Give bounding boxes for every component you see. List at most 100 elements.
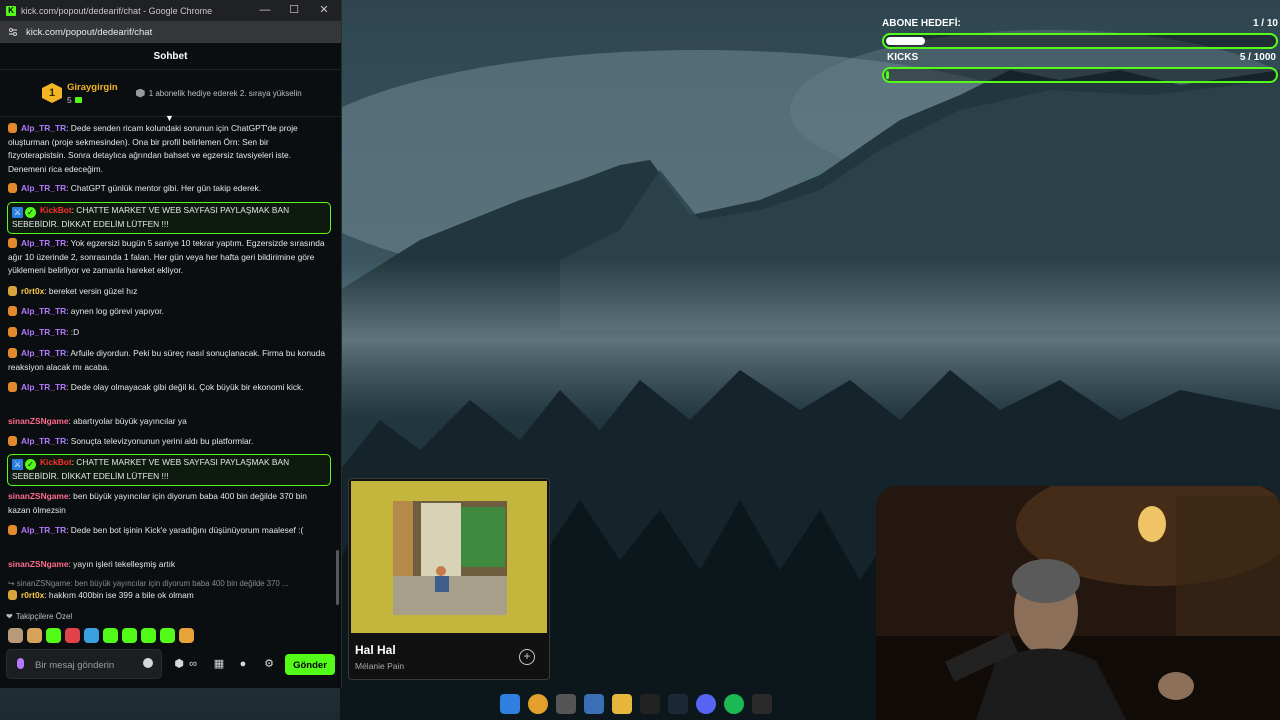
chat-message: sinanZSNgame: ben büyük yayıncılar için …	[8, 490, 326, 517]
verified-icon: ✓	[25, 459, 36, 470]
heart-icon: ❤	[6, 612, 13, 621]
emote-icon[interactable]	[8, 628, 23, 643]
chat-text: : Sonuçta televizyonunun yerini aldı bu …	[66, 436, 254, 446]
chat-username[interactable]: Alp_TR_TR	[21, 183, 66, 193]
leader-count-row: 5	[67, 95, 118, 105]
hexagon-icon	[135, 88, 145, 98]
obs-icon[interactable]	[556, 694, 576, 714]
taskbar	[500, 690, 772, 718]
subscriber-badge-icon	[8, 590, 17, 600]
emote-icon[interactable]	[103, 628, 118, 643]
chat-username[interactable]: Alp_TR_TR	[21, 123, 66, 133]
chat-username[interactable]: Alp_TR_TR	[21, 436, 66, 446]
spotify-icon[interactable]	[724, 694, 744, 714]
chat-username[interactable]: Alp_TR_TR	[21, 327, 66, 337]
chat-username[interactable]: Alp_TR_TR	[21, 348, 66, 358]
mic-icon[interactable]	[17, 658, 24, 669]
chat-username[interactable]: r0rt0x	[21, 286, 44, 296]
chat-username[interactable]: r0rt0x	[21, 590, 44, 600]
url-text: kick.com/popout/dedearif/chat	[26, 26, 153, 38]
chat-title: Sohbet	[153, 50, 188, 62]
leader-name[interactable]: Giraygirgin	[67, 82, 118, 93]
infinity-icon[interactable]: ∞	[186, 657, 200, 671]
chrome-icon[interactable]	[528, 694, 548, 714]
subscriber-badge-icon	[8, 306, 17, 316]
emote-icon[interactable]	[27, 628, 42, 643]
epic-games-icon[interactable]	[752, 694, 772, 714]
chat-message-bot: ⚔ ✓ KickBot: CHATTE MARKET VE WEB SAYFASI …	[7, 454, 331, 486]
emote-icon[interactable]	[160, 628, 175, 643]
emote-icon[interactable]	[141, 628, 156, 643]
followers-only-indicator: ❤ Takipçilere Özel	[6, 612, 72, 621]
leader-tip-text: 1 abonelik hediye ederek 2. sıraya yükse…	[148, 88, 302, 98]
goal-overlay: ABONE HEDEFİ: 1 / 10 KICKS 5 / 1000	[882, 18, 1278, 83]
windows-start-icon[interactable]	[500, 694, 520, 714]
reply-arrow-icon: ↪	[8, 579, 17, 588]
subscriber-badge-icon	[8, 525, 17, 535]
steam-icon[interactable]	[668, 694, 688, 714]
chat-input[interactable]	[33, 654, 137, 676]
chat-username[interactable]: sinanZSNgame	[8, 559, 69, 569]
gift-gem-icon	[74, 96, 82, 103]
close-icon[interactable]: ✕	[315, 3, 333, 17]
chat-message: r0rt0x: bereket versin güzel hız	[8, 285, 326, 299]
store-icon[interactable]	[584, 694, 604, 714]
chat-popout-window: K kick.com/popout/dedearif/chat - Google…	[0, 0, 342, 688]
chat-username[interactable]: Alp_TR_TR	[21, 382, 66, 392]
emote-icon[interactable]	[46, 628, 61, 643]
folder-icon[interactable]	[612, 694, 632, 714]
maximize-icon[interactable]: ☐	[285, 3, 303, 17]
gear-icon[interactable]: ⚙	[262, 657, 276, 671]
chat-message: Alp_TR_TR: Dede senden ricam kolundaki s…	[8, 122, 326, 176]
emote-icon[interactable]	[65, 628, 80, 643]
chat-message: Alp_TR_TR: aynen log görevi yapıyor.	[8, 305, 326, 319]
album-art	[351, 481, 547, 633]
chat-username[interactable]: Alp_TR_TR	[21, 238, 66, 248]
chat-message: Alp_TR_TR: Dede olay olmayacak gibi deği…	[8, 381, 326, 395]
discord-icon[interactable]	[696, 694, 716, 714]
chat-username[interactable]: sinanZSNgame	[8, 491, 69, 501]
address-bar[interactable]: kick.com/popout/dedearif/chat	[0, 21, 341, 43]
moderator-icon: ⚔	[12, 459, 23, 470]
send-button[interactable]: Gönder	[285, 654, 335, 675]
subscriber-badge-icon	[8, 327, 17, 337]
now-playing-widget: Hal Hal Mélanie Pain +	[348, 478, 550, 680]
chat-username[interactable]: KickBot	[40, 205, 72, 215]
track-title: Hal Hal	[355, 643, 396, 657]
recent-emotes	[8, 628, 194, 643]
chat-scrollbar[interactable]	[336, 550, 339, 605]
emoji-icon[interactable]	[143, 658, 153, 668]
chat-message: Alp_TR_TR: Dede ben bot işinin Kick'e ya…	[8, 524, 326, 538]
reply-text: sinanZSNgame: ben büyük yayıncılar için …	[16, 579, 289, 588]
emote-icon[interactable]	[179, 628, 194, 643]
chat-message: Alp_TR_TR: ChatGPT günlük mentor gibi. H…	[8, 182, 326, 196]
minimize-icon[interactable]: —	[256, 3, 274, 17]
chat-username[interactable]: KickBot	[40, 457, 72, 467]
chat-text: : yayın işleri tekelleşmiş artık	[68, 559, 176, 569]
verified-icon: ✓	[25, 207, 36, 218]
site-settings-icon[interactable]	[8, 27, 18, 37]
chat-text: : aynen log görevi yapıyor.	[66, 306, 164, 316]
rank-badge: 1	[42, 83, 62, 103]
chat-text: : Dede ben bot işinin Kick'e yaradığını …	[66, 525, 304, 535]
sub-goal-fill	[886, 37, 926, 45]
kicks-goal-fill	[886, 71, 890, 79]
subscriber-badge-icon	[8, 348, 17, 358]
emote-icon[interactable]	[122, 628, 137, 643]
kicks-icon[interactable]: ⬢	[172, 657, 186, 671]
chat-text: : abartıyolar büyük yayıncılar ya	[68, 416, 187, 426]
emote-icon[interactable]	[84, 628, 99, 643]
kick-logo-icon: K	[6, 5, 16, 16]
add-circle-icon[interactable]: +	[519, 649, 535, 665]
chat-username[interactable]: sinanZSNgame	[8, 416, 69, 426]
leader-info: Giraygirgin 5	[67, 82, 118, 105]
chat-text: : :D	[66, 327, 80, 337]
chat-username[interactable]: Alp_TR_TR	[21, 525, 66, 535]
subscriber-badge-icon	[8, 286, 17, 296]
gift-icon[interactable]: ▦	[212, 657, 226, 671]
chatgpt-icon[interactable]	[640, 694, 660, 714]
gift-leaderboard[interactable]: 1 Giraygirgin 5 1 abonelik hediye ederek…	[0, 70, 341, 117]
chat-username[interactable]: Alp_TR_TR	[21, 306, 66, 316]
chat-message: Alp_TR_TR: :D	[8, 326, 326, 340]
chat-bubble-icon[interactable]: ●	[236, 657, 250, 671]
